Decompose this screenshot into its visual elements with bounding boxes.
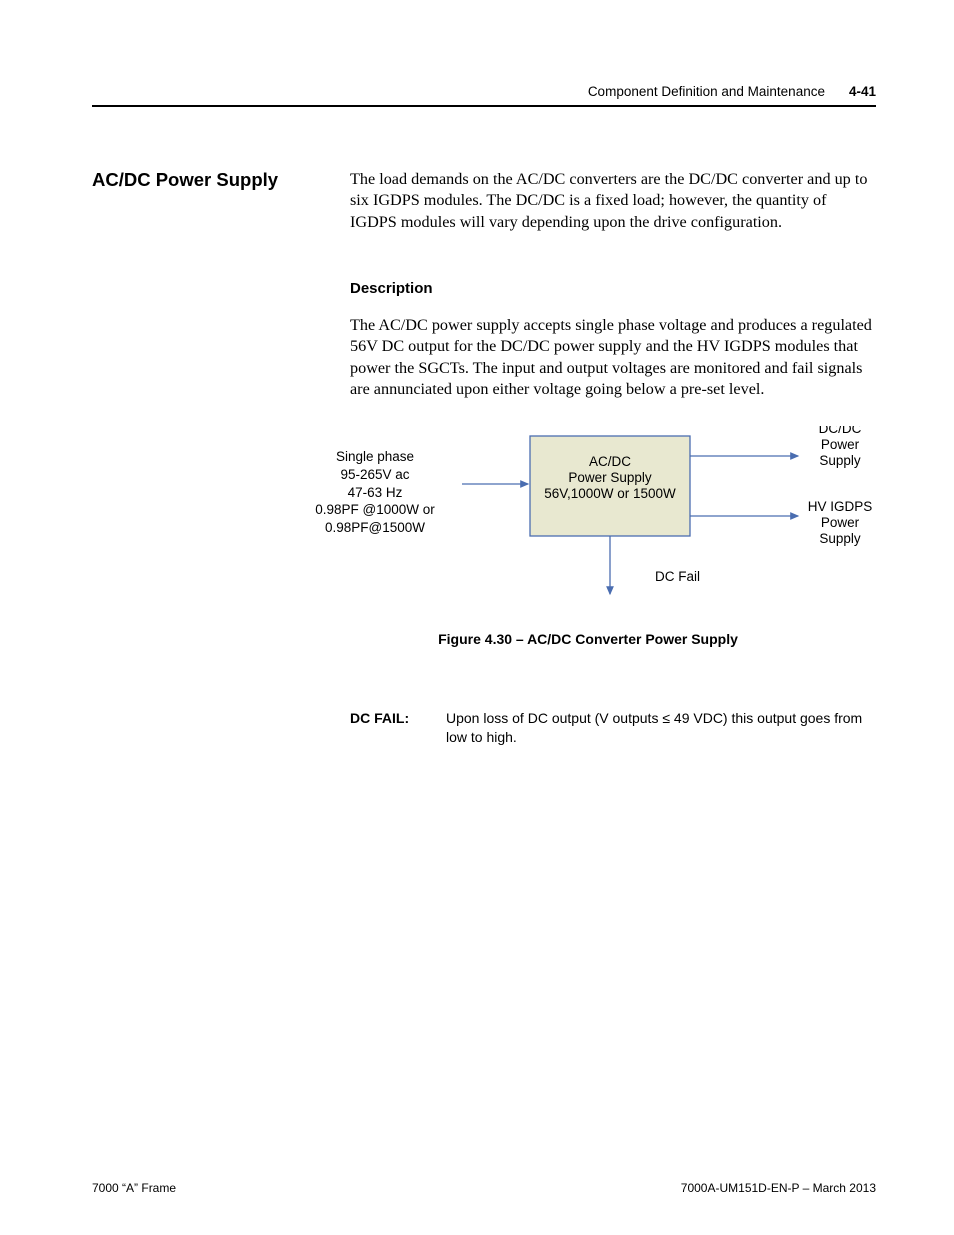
page: Component Definition and Maintenance 4-4…	[0, 0, 954, 1235]
out-bot-1: HV IGDPS	[808, 499, 873, 514]
figure-caption: Figure 4.30 – AC/DC Converter Power Supp…	[300, 630, 876, 648]
section-row: AC/DC Power Supply The load demands on t…	[92, 169, 876, 747]
figure: Single phase 95-265V ac 47-63 Hz 0.98PF …	[350, 426, 876, 616]
intro-paragraph: The load demands on the AC/DC converters…	[350, 169, 876, 233]
out-top-2: Power	[821, 437, 860, 452]
description-paragraph: The AC/DC power supply accepts single ph…	[350, 315, 876, 401]
box-line-2: Power Supply	[568, 470, 652, 485]
section-heading: AC/DC Power Supply	[92, 169, 350, 191]
out-bot-2: Power	[821, 515, 860, 530]
content-area: AC/DC Power Supply The load demands on t…	[92, 169, 876, 747]
dcfail-label: DC FAIL:	[350, 709, 446, 747]
dc-fail-label: DC Fail	[655, 569, 700, 584]
out-top-1: DC/DC	[819, 426, 862, 436]
box-line-3: 56V,1000W or 1500W	[544, 486, 676, 501]
sub-heading: Description	[350, 279, 876, 299]
out-bot-3: Supply	[819, 531, 861, 546]
footer-left: 7000 “A” Frame	[92, 1181, 176, 1195]
running-header: Component Definition and Maintenance 4-4…	[92, 84, 876, 105]
out-top-3: Supply	[819, 453, 861, 468]
footer: 7000 “A” Frame 7000A-UM151D-EN-P – March…	[92, 1181, 876, 1195]
footer-right: 7000A-UM151D-EN-P – March 2013	[681, 1181, 876, 1195]
figure-svg: AC/DC Power Supply 56V,1000W or 1500W DC…	[350, 426, 890, 616]
body-column: The load demands on the AC/DC converters…	[350, 169, 876, 747]
dcfail-text: Upon loss of DC output (V outputs ≤ 49 V…	[446, 709, 876, 747]
header-section-title: Component Definition and Maintenance	[588, 84, 825, 99]
dcfail-row: DC FAIL: Upon loss of DC output (V outpu…	[350, 709, 876, 747]
header-page-number: 4-41	[849, 84, 876, 99]
box-line-1: AC/DC	[589, 454, 631, 469]
header-rule	[92, 105, 876, 107]
